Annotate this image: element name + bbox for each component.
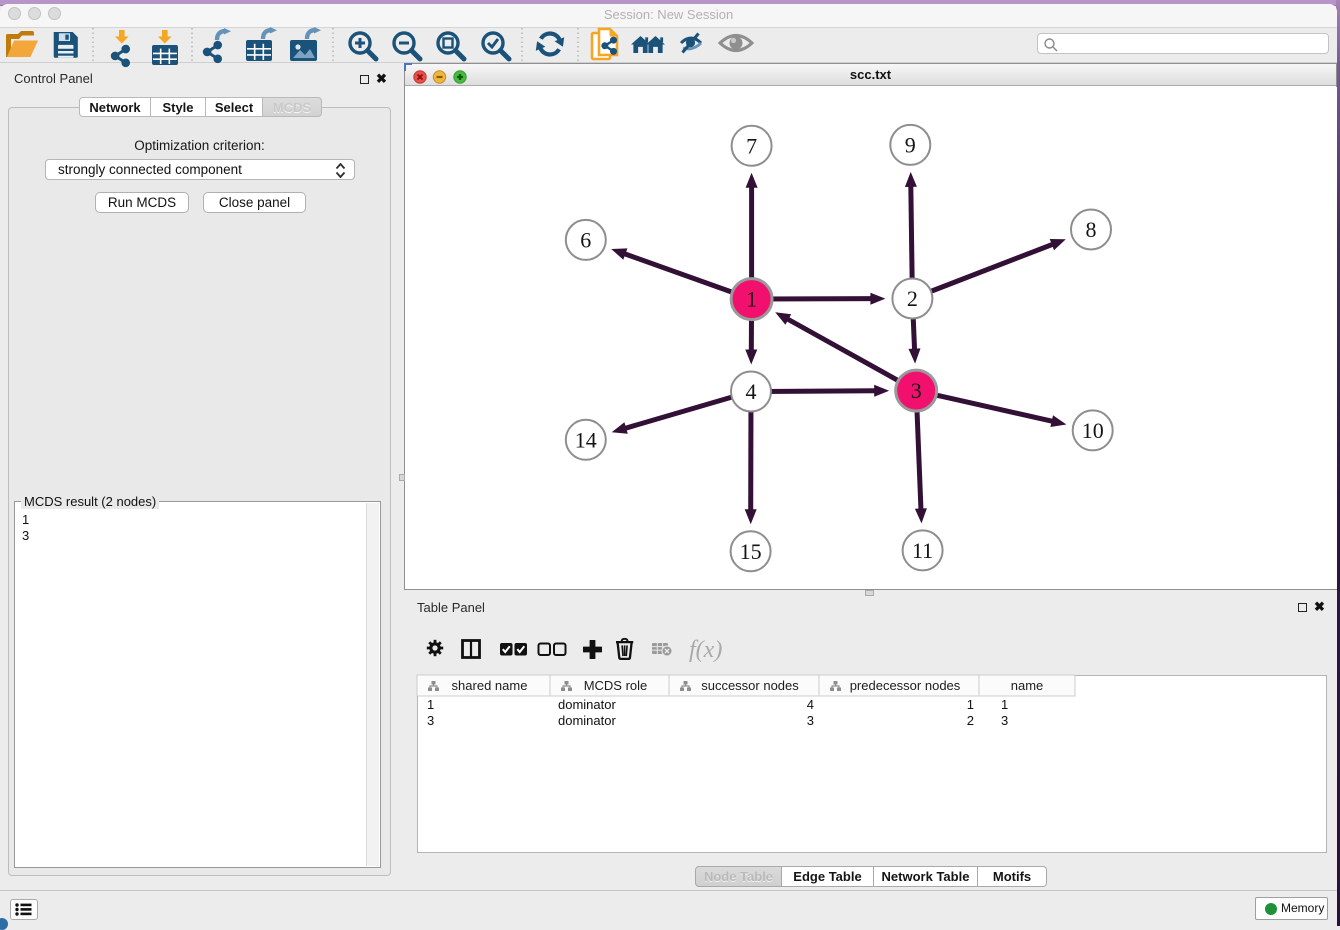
svg-text:9: 9	[905, 132, 916, 157]
svg-text:f(x): f(x)	[689, 637, 722, 663]
svg-text:11: 11	[912, 538, 933, 563]
svg-text:10: 10	[1082, 418, 1104, 443]
svg-text:3: 3	[911, 378, 922, 403]
svg-text:2: 2	[907, 286, 918, 311]
svg-text:8: 8	[1086, 217, 1097, 242]
